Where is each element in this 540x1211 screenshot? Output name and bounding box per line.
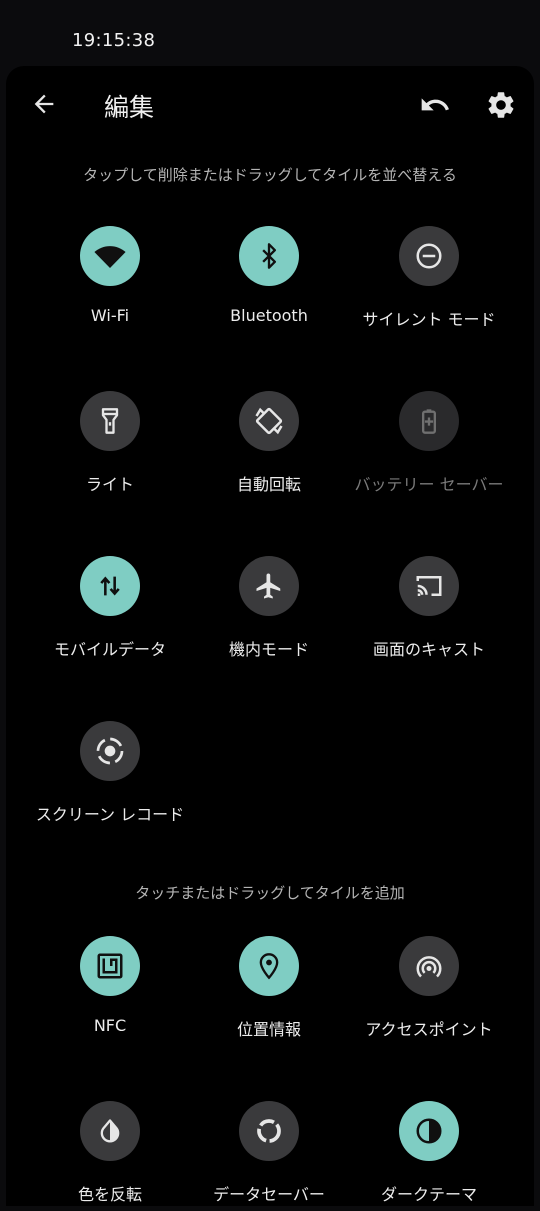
hotspot-icon (416, 956, 442, 978)
tile-label: アクセスポイント (365, 1020, 493, 1039)
auto-rotate-icon (255, 407, 283, 435)
status-time: 19:15:38 (72, 30, 156, 51)
tile-icon-bg (80, 391, 140, 451)
tile-screen-cast[interactable]: 画面のキャスト (344, 556, 514, 666)
tile-bluetooth[interactable]: Bluetooth (184, 226, 354, 336)
gear-icon (488, 92, 514, 118)
settings-button[interactable] (484, 88, 518, 122)
tile-do-not-disturb[interactable]: サイレント モード (344, 226, 514, 336)
tile-icon-bg (239, 226, 299, 286)
mobile-data-icon (100, 576, 120, 596)
airplane-icon (256, 573, 281, 599)
nfc-icon (97, 953, 123, 979)
tile-icon-bg (239, 556, 299, 616)
data-saver-icon (257, 1119, 281, 1143)
tile-icon-bg (399, 1101, 459, 1161)
cast-icon (416, 576, 442, 596)
back-arrow-icon (34, 94, 54, 114)
tile-icon-bg (80, 1101, 140, 1161)
tile-icon-bg (239, 391, 299, 451)
tile-dark-theme[interactable]: ダークテーマ (344, 1101, 514, 1211)
do-not-disturb-icon (416, 243, 442, 269)
battery-saver-icon (422, 409, 436, 434)
tile-label: サイレント モード (362, 310, 496, 329)
tile-icon-bg (399, 936, 459, 996)
tile-icon-bg (239, 936, 299, 996)
tile-icon-bg (80, 556, 140, 616)
location-icon (259, 953, 279, 980)
tile-mobile-data[interactable]: モバイルデータ (25, 556, 195, 666)
undo-icon (421, 98, 449, 111)
tile-icon-bg (80, 226, 140, 286)
bluetooth-icon (262, 243, 276, 269)
tile-auto-rotate[interactable]: 自動回転 (184, 391, 354, 501)
tile-label: ダークテーマ (380, 1185, 477, 1204)
tile-data-saver[interactable]: データセーバー (184, 1101, 354, 1211)
tile-label: バッテリー セーバー (354, 475, 504, 494)
reset-button[interactable] (418, 88, 452, 122)
tile-icon-bg (399, 391, 459, 451)
top-bar: 編集 (6, 66, 534, 146)
tile-flashlight[interactable]: ライト (25, 391, 195, 501)
status-bar: 19:15:38 (0, 0, 540, 66)
screen-record-icon (96, 737, 124, 765)
tile-location[interactable]: 位置情報 (184, 936, 354, 1046)
tile-battery-saver[interactable]: バッテリー セーバー (344, 391, 514, 501)
dark-theme-icon (416, 1118, 442, 1144)
invert-colors-icon (100, 1119, 120, 1143)
tile-icon-bg (80, 936, 140, 996)
tile-hotspot[interactable]: アクセスポイント (344, 936, 514, 1046)
tile-label: 画面のキャスト (372, 640, 485, 659)
tile-nfc[interactable]: NFC (25, 936, 195, 1046)
wifi-icon (94, 246, 126, 269)
tile-icon-bg (399, 226, 459, 286)
tile-icon-bg (239, 1101, 299, 1161)
tile-label: スクリーン レコード (35, 805, 185, 824)
quick-settings-edit-panel: 編集 タップして削除またはドラッグしてタイルを並べ替える Wi-Fi Bluet (6, 66, 534, 1206)
page-title: 編集 (104, 93, 155, 122)
tile-icon-bg (399, 556, 459, 616)
tile-airplane-mode[interactable]: 機内モード (184, 556, 354, 666)
edit-hint: タップして削除またはドラッグしてタイルを並べ替える (83, 166, 457, 184)
tile-wifi[interactable]: Wi-Fi (25, 226, 195, 336)
add-hint: タッチまたはドラッグしてタイルを追加 (135, 884, 405, 902)
tile-icon-bg (80, 721, 140, 781)
flashlight-icon (101, 408, 119, 434)
tile-invert-colors[interactable]: 色を反転 (25, 1101, 195, 1211)
tile-screen-record[interactable]: スクリーン レコード (25, 721, 195, 831)
back-button[interactable] (28, 88, 60, 120)
